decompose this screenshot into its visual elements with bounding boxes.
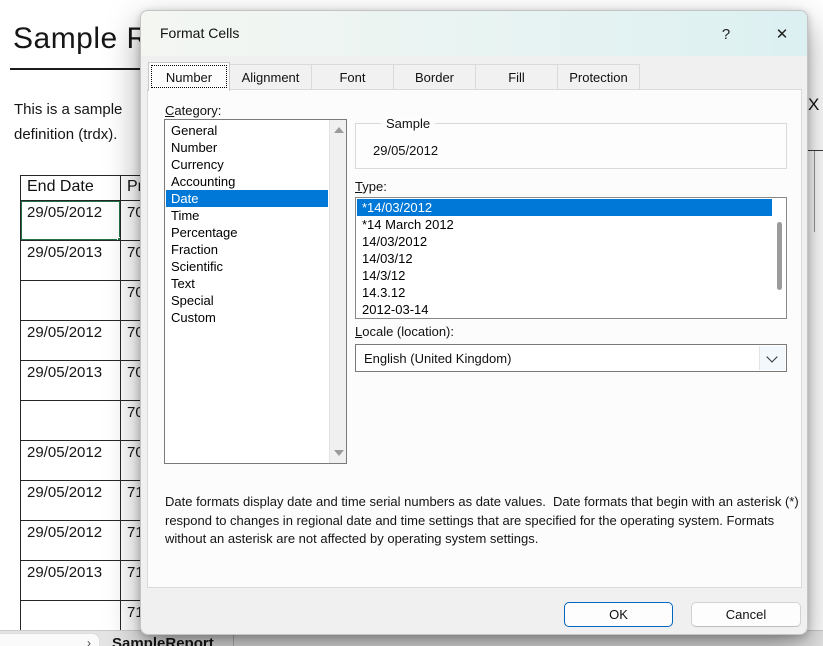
sheet-tab-samplereport[interactable]: SampleReport (112, 635, 214, 646)
category-item-percentage[interactable]: Percentage (166, 224, 328, 241)
sheet-nav-arrow-icon[interactable]: › (87, 636, 91, 646)
clipped-rule-fragment (808, 150, 823, 151)
type-item[interactable]: *14/03/2012 (357, 199, 772, 216)
table-cell-date[interactable]: 29/05/2013 (21, 561, 121, 601)
type-items: *14/03/2012*14 March 201214/03/201214/03… (357, 199, 772, 318)
category-label-rest: ategory: (174, 103, 221, 118)
scroll-down-icon[interactable] (334, 450, 344, 456)
sample-legend: Sample (381, 116, 435, 131)
category-scrollbar[interactable] (329, 120, 346, 463)
intro-text-line2: definition (trdx). (14, 126, 117, 143)
tab-protection[interactable]: Protection (558, 64, 640, 90)
table-cell-date[interactable] (21, 401, 121, 441)
category-item-general[interactable]: General (166, 122, 328, 139)
clipped-text-fragment: X (808, 95, 819, 115)
type-item[interactable]: 14/03/2012 (357, 233, 772, 250)
format-cells-dialog: Format Cells ? ✕ NumberAlignmentFontBord… (140, 10, 808, 635)
scroll-up-icon[interactable] (334, 127, 344, 133)
tab-fill[interactable]: Fill (476, 64, 558, 90)
tab-number[interactable]: Number (148, 62, 230, 91)
dialog-tabstrip: NumberAlignmentFontBorderFillProtection (148, 61, 640, 90)
sheet-nav-area[interactable]: › (0, 633, 100, 646)
category-item-custom[interactable]: Custom (166, 309, 328, 326)
sample-groupbox: Sample 29/05/2012 (355, 123, 787, 169)
type-listbox[interactable]: *14/03/2012*14 March 201214/03/201214/03… (355, 197, 787, 319)
table-cell-date[interactable]: 29/05/2012 (21, 201, 121, 241)
page-title: Sample R (13, 22, 149, 56)
type-item[interactable]: 14/03/12 (357, 250, 772, 267)
type-label-rest: ype: (362, 179, 387, 194)
dialog-title: Format Cells (160, 25, 239, 41)
locale-label-rest: ocale (location): (362, 324, 454, 339)
category-item-time[interactable]: Time (166, 207, 328, 224)
category-item-accounting[interactable]: Accounting (166, 173, 328, 190)
category-item-text[interactable]: Text (166, 275, 328, 292)
table-cell-date[interactable]: 29/05/2013 (21, 361, 121, 401)
locale-label: Locale (location): (355, 324, 454, 339)
table-cell-date[interactable]: 29/05/2012 (21, 481, 121, 521)
scrollbar-thumb[interactable] (777, 222, 782, 290)
tab-font[interactable]: Font (312, 64, 394, 90)
type-item[interactable]: *14 March 2012 (357, 216, 772, 233)
table-cell-date[interactable]: 29/05/2013 (21, 241, 121, 281)
ok-button[interactable]: OK (564, 602, 673, 627)
intro-text-line1: This is a sample (14, 101, 122, 118)
category-label: Category: (165, 103, 221, 118)
locale-selected-value: English (United Kingdom) (364, 351, 511, 366)
tab-border[interactable]: Border (394, 64, 476, 90)
category-item-fraction[interactable]: Fraction (166, 241, 328, 258)
locale-dropdown[interactable]: English (United Kingdom) (355, 344, 787, 372)
format-description-text: Date formats display date and time seria… (165, 493, 808, 549)
type-item[interactable]: 14.3.12 (357, 284, 772, 301)
category-item-scientific[interactable]: Scientific (166, 258, 328, 275)
category-item-number[interactable]: Number (166, 139, 328, 156)
title-underline (10, 68, 145, 70)
table-cell-date[interactable] (21, 601, 121, 631)
clipped-column-border-fragment (814, 151, 815, 232)
close-icon[interactable]: ✕ (767, 21, 797, 47)
chevron-down-icon (766, 351, 777, 362)
table-cell-date[interactable]: 29/05/2012 (21, 521, 121, 561)
category-listbox[interactable]: GeneralNumberCurrencyAccountingDateTimeP… (164, 119, 347, 464)
type-item[interactable]: 2012-03-14 (357, 301, 772, 318)
type-label: Type: (355, 179, 387, 194)
category-item-special[interactable]: Special (166, 292, 328, 309)
category-item-date[interactable]: Date (166, 190, 328, 207)
table-cell-date[interactable]: 29/05/2012 (21, 441, 121, 481)
number-tab-panel: Category: GeneralNumberCurrencyAccountin… (147, 89, 802, 588)
table-cell-date[interactable] (21, 281, 121, 321)
category-item-currency[interactable]: Currency (166, 156, 328, 173)
type-item[interactable]: 14/3/12 (357, 267, 772, 284)
table-cell-date[interactable]: 29/05/2012 (21, 321, 121, 361)
dialog-titlebar: Format Cells ? ✕ (141, 11, 807, 56)
help-icon[interactable]: ? (714, 22, 738, 46)
category-items: GeneralNumberCurrencyAccountingDateTimeP… (166, 122, 328, 326)
sample-value: 29/05/2012 (373, 143, 438, 158)
locale-dropdown-button[interactable] (759, 346, 785, 370)
category-label-accel: C (165, 103, 174, 118)
active-cell-border (21, 201, 121, 241)
table-header-cell: End Date (21, 176, 121, 201)
report-table: End DatePr 29/05/20127029/05/2013707029/… (20, 175, 160, 631)
cancel-button[interactable]: Cancel (691, 602, 801, 627)
tab-alignment[interactable]: Alignment (230, 64, 312, 90)
